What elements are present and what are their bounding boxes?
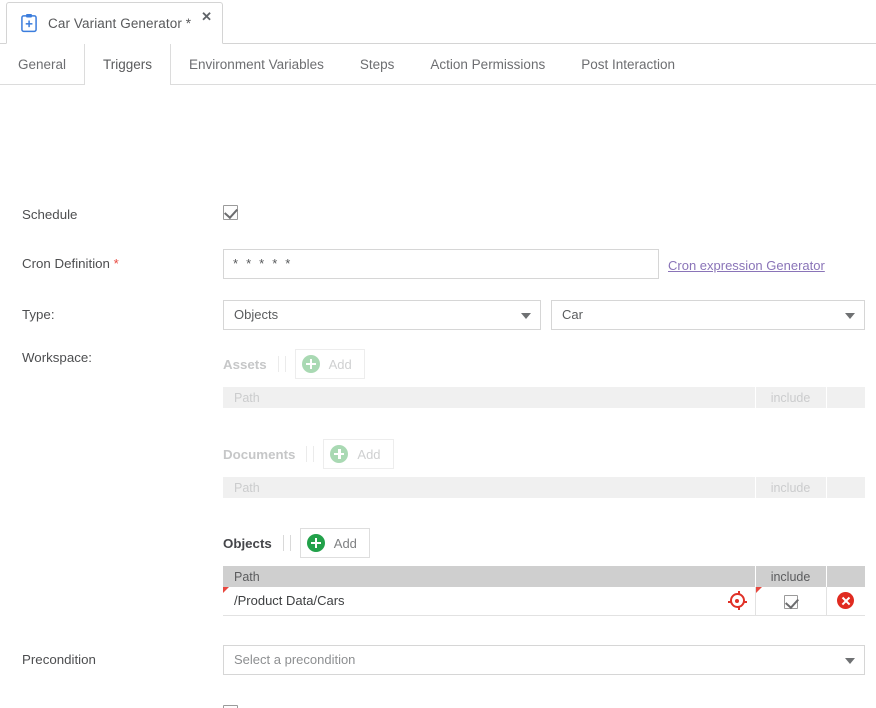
tab-action-permissions[interactable]: Action Permissions — [412, 44, 563, 85]
window-tabstrip: Car Variant Generator * ✕ — [0, 0, 876, 44]
schedule-checkbox[interactable] — [223, 204, 238, 222]
divider — [277, 356, 279, 372]
objects-header: Objects Add — [223, 526, 865, 560]
table-header-row: Path include — [223, 387, 865, 408]
close-icon[interactable]: ✕ — [201, 10, 212, 23]
assets-title: Assets — [223, 356, 267, 372]
type-secondary-select[interactable]: Car — [551, 300, 865, 330]
assets-table: Path include — [223, 387, 865, 408]
row-cron-definition: Cron Definition * * * * * * Cron express… — [0, 249, 876, 281]
objects-row-include-checkbox[interactable] — [783, 594, 798, 609]
workspace-section-documents: Documents Add Path include — [223, 437, 865, 498]
precondition-select-value: Select a precondition — [234, 652, 356, 667]
table-header-row: Path include — [223, 566, 865, 587]
documents-add-button[interactable]: Add — [323, 439, 394, 469]
precondition-select[interactable]: Select a precondition — [223, 645, 865, 675]
objects-row-path-cell[interactable]: /Product Data/Cars — [223, 587, 756, 616]
objects-add-button[interactable]: Add — [299, 528, 370, 558]
tab-general[interactable]: General — [0, 44, 84, 85]
workspace-section-objects: Objects Add Path include /Product Data/C… — [223, 526, 865, 616]
document-tab-car-variant-generator[interactable]: Car Variant Generator * ✕ — [6, 2, 224, 44]
chevron-down-icon — [845, 313, 855, 319]
row-schedule: Schedule — [0, 204, 876, 228]
chevron-down-icon — [521, 313, 531, 319]
documents-header: Documents Add — [223, 437, 865, 471]
documents-col-actions — [826, 477, 865, 498]
objects-add-label: Add — [333, 535, 357, 551]
target-crosshair-icon[interactable] — [727, 591, 747, 610]
objects-title: Objects — [223, 535, 272, 551]
table-row[interactable]: /Product Data/Cars — [223, 587, 865, 616]
plus-icon — [330, 445, 349, 463]
type-primary-select-value: Objects — [234, 307, 279, 322]
plus-icon — [306, 534, 325, 552]
documents-table: Path include — [223, 477, 865, 498]
divider — [282, 535, 284, 551]
chevron-down-icon — [845, 658, 855, 664]
workspace-label: Workspace: — [22, 350, 92, 365]
documents-col-path: Path — [223, 477, 756, 498]
precondition-label: Precondition — [22, 652, 96, 667]
type-primary-select[interactable]: Objects — [223, 300, 541, 330]
cron-expression-generator-link[interactable]: Cron expression Generator — [668, 258, 825, 273]
tab-steps[interactable]: Steps — [342, 44, 413, 85]
documents-col-include: include — [755, 477, 827, 498]
objects-row-include-cell[interactable] — [755, 587, 827, 616]
document-tab-title: Car Variant Generator * — [48, 15, 192, 31]
assets-add-button[interactable]: Add — [294, 349, 365, 379]
objects-col-path: Path — [223, 566, 756, 587]
cron-definition-input[interactable]: * * * * * — [223, 249, 659, 279]
documents-add-label: Add — [357, 446, 381, 462]
row-precondition: Precondition Select a precondition — [0, 645, 876, 677]
objects-row-actions-cell — [826, 587, 865, 616]
cron-definition-label-text: Cron Definition — [22, 256, 110, 271]
documents-title: Documents — [223, 446, 296, 462]
plus-icon — [301, 355, 320, 373]
row-type: Type: Objects Car — [0, 300, 876, 332]
divider — [313, 446, 315, 462]
assets-col-actions — [826, 387, 865, 408]
row-manual-trigger: Manual Trigger — [0, 704, 876, 708]
tab-environment-variables[interactable]: Environment Variables — [171, 44, 342, 85]
objects-table: Path include /Product Data/Cars — [223, 566, 865, 616]
tab-triggers[interactable]: Triggers — [84, 44, 172, 85]
table-header-row: Path include — [223, 477, 865, 498]
divider — [306, 446, 308, 462]
required-marker: * — [113, 256, 119, 271]
manual-trigger-checkbox[interactable] — [223, 704, 238, 708]
assets-header: Assets Add — [223, 347, 865, 381]
objects-row-path: /Product Data/Cars — [234, 593, 345, 609]
type-label: Type: — [22, 307, 55, 322]
divider — [289, 535, 291, 551]
workspace-section-assets: Assets Add Path include — [223, 347, 865, 408]
assets-col-include: include — [755, 387, 827, 408]
tab-post-interaction[interactable]: Post Interaction — [563, 44, 693, 85]
cron-definition-label: Cron Definition * — [22, 256, 119, 271]
clipboard-plus-icon — [21, 14, 37, 33]
objects-col-actions — [826, 566, 865, 587]
type-secondary-select-value: Car — [562, 307, 583, 322]
objects-col-include: include — [755, 566, 827, 587]
delete-circle-icon[interactable] — [837, 592, 855, 610]
schedule-label: Schedule — [22, 207, 78, 222]
divider — [284, 356, 286, 372]
assets-col-path: Path — [223, 387, 756, 408]
section-tabs: General Triggers Environment Variables S… — [0, 44, 876, 85]
assets-add-label: Add — [328, 356, 352, 372]
